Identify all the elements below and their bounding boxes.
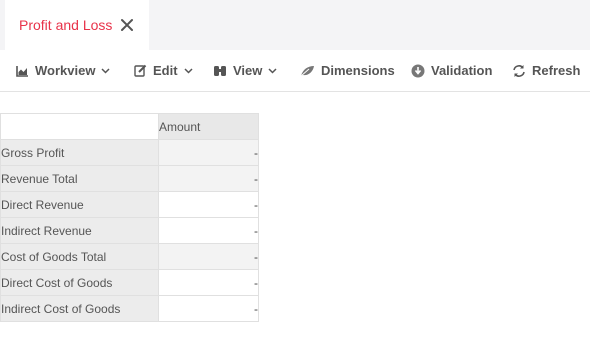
column-header-amount: Amount (158, 113, 259, 140)
row-header[interactable]: Direct Revenue (0, 191, 159, 218)
tab-profit-and-loss[interactable]: Profit and Loss (5, 0, 149, 50)
edit-menu-button[interactable]: Edit (134, 50, 193, 91)
amount-cell[interactable]: - (158, 295, 259, 322)
amount-cell[interactable]: - (158, 139, 259, 166)
chevron-down-icon (268, 67, 277, 74)
close-icon[interactable] (119, 17, 135, 33)
header-row: Amount (0, 113, 259, 140)
table-row: Direct Cost of Goods - (0, 269, 259, 296)
chevron-down-icon (184, 67, 193, 74)
row-header[interactable]: Revenue Total (0, 165, 159, 192)
area-chart-icon (16, 65, 28, 77)
edit-icon (134, 64, 147, 77)
row-header[interactable]: Cost of Goods Total (0, 243, 159, 270)
workview-menu-button[interactable]: Workview (16, 50, 110, 91)
tab-title: Profit and Loss (19, 17, 113, 33)
table-row: Indirect Revenue - (0, 217, 259, 244)
grid-corner (0, 113, 159, 140)
table-row: Cost of Goods Total - (0, 243, 259, 270)
dimensions-label: Dimensions (321, 63, 395, 78)
table-row: Direct Revenue - (0, 191, 259, 218)
row-header[interactable]: Indirect Cost of Goods (0, 295, 159, 322)
binoculars-icon (214, 65, 226, 76)
amount-cell[interactable]: - (158, 269, 259, 296)
row-header[interactable]: Indirect Revenue (0, 217, 159, 244)
tab-bar: Profit and Loss (0, 0, 590, 50)
amount-cell[interactable]: - (158, 243, 259, 270)
chevron-down-icon (101, 67, 110, 74)
view-label: View (233, 63, 263, 78)
profit-and-loss-grid: Amount Gross Profit - Revenue Total - Di… (0, 113, 259, 322)
edit-label: Edit (153, 63, 178, 78)
row-header[interactable]: Direct Cost of Goods (0, 269, 159, 296)
amount-cell[interactable]: - (158, 191, 259, 218)
refresh-label: Refresh (532, 63, 581, 78)
download-circle-icon (411, 64, 425, 77)
validation-label: Validation (431, 63, 493, 78)
amount-cell[interactable]: - (158, 217, 259, 244)
refresh-icon (513, 64, 525, 77)
table-row: Revenue Total - (0, 165, 259, 192)
table-row: Indirect Cost of Goods - (0, 295, 259, 322)
amount-cell[interactable]: - (158, 165, 259, 192)
refresh-button[interactable]: Refresh (512, 50, 580, 91)
validation-button[interactable]: Validation (411, 50, 492, 91)
workview-label: Workview (35, 63, 96, 78)
dimensions-button[interactable]: Dimensions (300, 50, 395, 91)
view-menu-button[interactable]: View (213, 50, 277, 91)
table-row: Gross Profit - (0, 139, 259, 166)
toolbar: Workview Edit View Dimensions Validation… (0, 50, 590, 92)
row-header[interactable]: Gross Profit (0, 139, 159, 166)
leaf-icon (300, 65, 314, 76)
